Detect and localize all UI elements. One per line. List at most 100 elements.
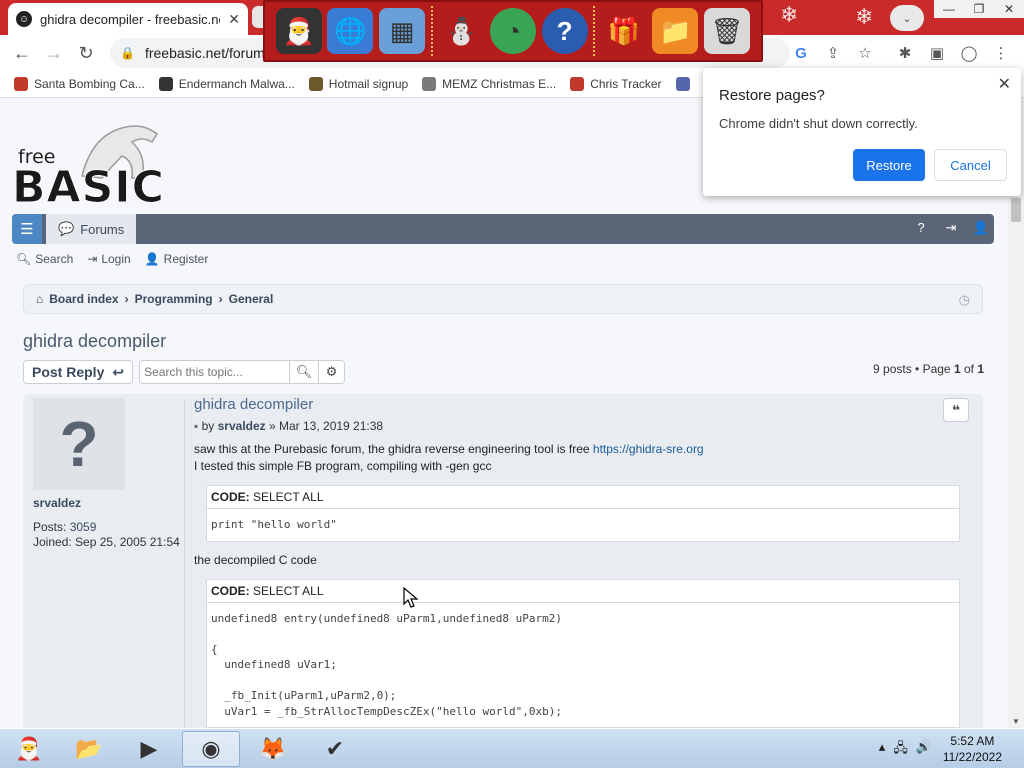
santa-computer-icon[interactable]: 🎅 xyxy=(275,8,322,54)
post-reply-button[interactable]: Post Reply ↩ xyxy=(23,360,134,384)
posts-label: Posts: xyxy=(33,520,70,534)
profile-username[interactable]: srvaldez xyxy=(33,496,183,510)
search-button[interactable]: 🔍︎ xyxy=(289,360,320,384)
joined-value: Sep 25, 2005 21:54 xyxy=(75,535,180,549)
select-all-link[interactable]: SELECT ALL xyxy=(253,490,324,504)
forward-icon[interactable]: → xyxy=(38,37,70,69)
register-link[interactable]: 👤 Register xyxy=(145,252,209,266)
login-icon[interactable]: ⇥ xyxy=(942,220,960,236)
code-content: undefined8 entry(undefined8 uParm1,undef… xyxy=(211,611,562,718)
snowflake-icon: ❄ xyxy=(780,2,799,27)
login-link-label: Login xyxy=(101,252,131,266)
post-profile: ? srvaldez Posts: 3059 Joined: Sep 25, 2… xyxy=(33,398,183,550)
gift-icon[interactable]: 🎁 xyxy=(601,8,647,54)
control-panel-icon[interactable]: ▦ xyxy=(379,8,426,54)
freebasic-favicon-icon: ☺ xyxy=(16,11,32,27)
bookmark-label: MEMZ Christmas E... xyxy=(442,77,557,91)
login-link[interactable]: ⇥ Login xyxy=(87,252,130,266)
globe-icon[interactable]: 🌐 xyxy=(327,8,374,54)
browser-tab[interactable]: ☺ ghidra decompiler - freebasic.net ✕ xyxy=(8,3,248,35)
extensions-puzzle-icon[interactable]: ✱ xyxy=(890,38,920,68)
close-icon[interactable]: ✕ xyxy=(998,74,1011,94)
separator xyxy=(430,6,433,56)
bookmark-item[interactable]: Endermanch Malwa... xyxy=(158,77,295,91)
google-icon[interactable]: G xyxy=(786,38,816,68)
explorer-folder-icon[interactable]: 📂 xyxy=(60,731,118,767)
quote-button[interactable]: ❝ xyxy=(943,398,969,422)
reload-icon[interactable]: ↻ xyxy=(70,37,102,69)
firefox-icon[interactable]: 🦊 xyxy=(244,731,302,767)
chrome-icon[interactable]: ◉ xyxy=(182,731,240,767)
clock-time: 5:52 AM xyxy=(950,734,995,748)
post-author[interactable]: srvaldez xyxy=(218,419,266,433)
search-link[interactable]: 🔍︎ Search xyxy=(16,252,73,266)
close-window-icon[interactable]: ✕ xyxy=(994,0,1024,18)
post-text: saw this at the Purebasic forum, the ghi… xyxy=(194,441,974,475)
menu-kebab-icon[interactable]: ⋮ xyxy=(986,38,1016,68)
bookmark-item[interactable] xyxy=(675,77,690,91)
bookmark-item[interactable]: MEMZ Christmas E... xyxy=(422,77,556,91)
nav-forums[interactable]: 💬 Forums xyxy=(46,214,137,244)
scroll-down-icon[interactable]: ▼ xyxy=(1011,717,1021,726)
advanced-search-gear-icon[interactable]: ⚙ xyxy=(319,360,346,384)
post-title[interactable]: ghidra decompiler xyxy=(194,396,974,413)
breadcrumb-separator: › xyxy=(124,292,129,306)
restore-pages-dialog: Restore pages? Chrome didn't shut down c… xyxy=(703,68,1021,196)
breadcrumb-separator: › xyxy=(218,292,223,306)
maximize-icon[interactable]: ❐ xyxy=(964,0,994,18)
taskbar-clock[interactable]: 5:52 AM 11/22/2022 xyxy=(943,733,1002,765)
start-santa-icon[interactable]: 🎅 xyxy=(0,731,58,767)
post-by: by xyxy=(201,419,218,433)
folder-icon[interactable]: 📁 xyxy=(652,8,699,54)
side-panel-icon[interactable]: ▣ xyxy=(922,38,952,68)
search-input[interactable] xyxy=(139,360,290,384)
code-label: CODE: xyxy=(211,490,253,504)
posts-value[interactable]: 3059 xyxy=(70,520,97,534)
show-hidden-icons-icon[interactable]: ▴ xyxy=(879,739,886,761)
restore-button[interactable]: Restore xyxy=(853,149,925,181)
bookmark-label: Santa Bombing Ca... xyxy=(34,77,145,91)
pie-chart-icon[interactable]: ◔ xyxy=(489,8,536,54)
dialog-title: Restore pages? xyxy=(719,87,825,104)
breadcrumb-general[interactable]: General xyxy=(229,292,274,306)
help-icon[interactable]: ? xyxy=(541,8,588,54)
breadcrumb-board-index[interactable]: Board index xyxy=(49,292,118,306)
volume-icon[interactable]: 🔊 xyxy=(916,739,932,761)
close-tab-icon[interactable]: ✕ xyxy=(228,11,240,28)
register-icon[interactable]: 👤 xyxy=(972,220,990,236)
recycle-bin-icon[interactable]: 🗑 xyxy=(704,8,751,54)
profile-icon[interactable]: ◯ xyxy=(954,38,984,68)
post-line2: I tested this simple FB program, compili… xyxy=(194,459,492,473)
ghidra-link[interactable]: https://ghidra-sre.org xyxy=(593,442,704,456)
post-meta: ▪ by srvaldez » Mar 13, 2019 21:38 xyxy=(194,419,974,433)
network-icon[interactable]: 🖧 xyxy=(893,739,908,761)
minimize-icon[interactable]: — xyxy=(934,0,964,18)
task-checklist-icon[interactable]: ✔ xyxy=(306,731,364,767)
forum-post: ? srvaldez Posts: 3059 Joined: Sep 25, 2… xyxy=(23,394,983,728)
bookmark-label: Hotmail signup xyxy=(328,77,409,91)
bookmark-star-icon[interactable]: ☆ xyxy=(850,38,880,68)
avatar[interactable]: ? xyxy=(33,398,125,490)
bookmark-item[interactable]: Hotmail signup xyxy=(308,77,409,91)
help-icon[interactable]: ? xyxy=(912,220,930,235)
page-title[interactable]: ghidra decompiler xyxy=(23,331,166,352)
media-player-icon[interactable]: ▶ xyxy=(120,731,178,767)
share-icon[interactable]: ⇪ xyxy=(818,38,848,68)
tab-search-chevron-icon[interactable]: ⌄ xyxy=(890,5,924,31)
select-all-link[interactable]: SELECT ALL xyxy=(253,584,324,598)
bookmark-item[interactable]: Santa Bombing Ca... xyxy=(14,77,145,91)
bookmark-item[interactable]: Chris Tracker xyxy=(570,77,662,91)
post-line1: saw this at the Purebasic forum, the ghi… xyxy=(194,442,593,456)
cancel-button[interactable]: Cancel xyxy=(934,149,1007,181)
snowman-icon[interactable]: ⛄ xyxy=(438,8,484,54)
hamburger-menu-icon[interactable]: ☰ xyxy=(12,214,42,244)
scrollbar-thumb[interactable] xyxy=(1011,198,1021,222)
speech-bubble-icon: 💬 xyxy=(58,221,75,236)
freebasic-logo[interactable]: free BASIC xyxy=(12,116,212,214)
middle-text: the decompiled C code xyxy=(194,552,317,567)
search-icon: 🔍︎ xyxy=(16,252,32,266)
chris-tracker-icon xyxy=(570,77,585,91)
breadcrumb-programming[interactable]: Programming xyxy=(135,292,213,306)
joined-label: Joined: xyxy=(33,535,76,549)
back-icon[interactable]: ← xyxy=(6,37,38,69)
